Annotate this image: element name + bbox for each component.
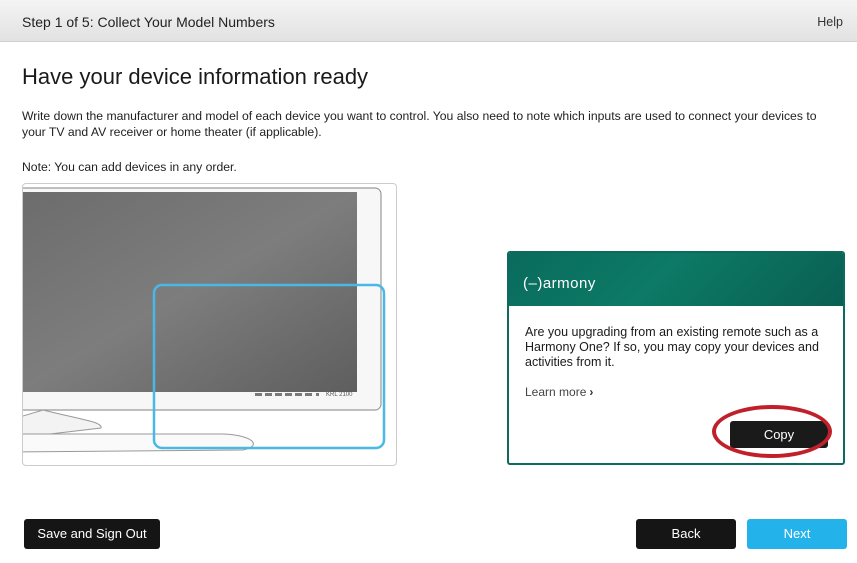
tv-illustration: KRL 2100 (22, 183, 397, 466)
intro-text: Write down the manufacturer and model of… (22, 109, 817, 139)
copy-button[interactable]: Copy (730, 421, 828, 448)
upgrade-message: Are you upgrading from an existing remot… (525, 325, 819, 369)
learn-more-link[interactable]: Learn more › (525, 385, 593, 399)
note-text: Note: You can add devices in any order. (22, 160, 237, 174)
step-title: Step 1 of 5: Collect Your Model Numbers (22, 14, 275, 30)
next-button[interactable]: Next (747, 519, 847, 549)
card-header: (–)armony (509, 253, 843, 306)
page-title: Have your device information ready (22, 64, 369, 89)
tv-model-label: KRL 2100 (326, 392, 353, 398)
save-and-sign-out-button[interactable]: Save and Sign Out (24, 519, 160, 549)
chevron-right-icon: › (589, 385, 594, 399)
harmony-logo: (–)armony (523, 275, 596, 292)
top-bar: Step 1 of 5: Collect Your Model Numbers … (0, 0, 857, 42)
help-link[interactable]: Help (817, 15, 843, 29)
back-button[interactable]: Back (636, 519, 736, 549)
learn-more-label: Learn more (525, 385, 587, 399)
harmony-upgrade-card: (–)armony Are you upgrading from an exis… (507, 251, 845, 465)
